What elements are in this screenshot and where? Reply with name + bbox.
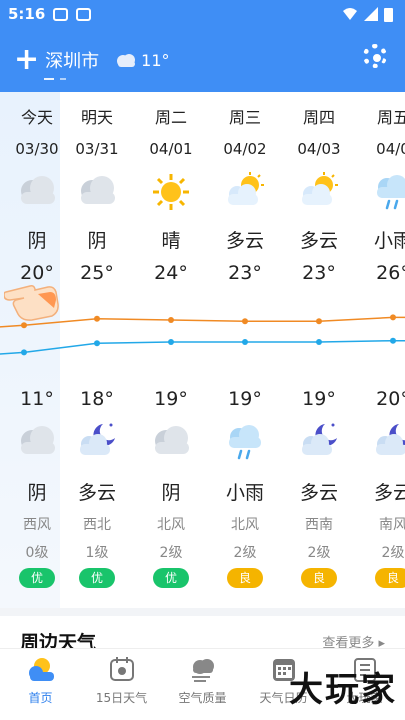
nav-label: 空气质量: [178, 691, 227, 705]
status-time: 5:16: [8, 5, 46, 23]
add-city-button[interactable]: +: [14, 45, 39, 75]
status-bar: 5:16: [0, 0, 405, 28]
calendar-15-icon: [107, 655, 137, 683]
wifi-icon: [343, 8, 357, 20]
battery-icon: [384, 7, 393, 22]
high-temp-point: [390, 314, 396, 321]
home-weather-icon: [26, 655, 56, 683]
nav-item[interactable]: 15日天气: [81, 649, 162, 720]
signal-icon: [364, 7, 378, 21]
cloudy-icon: [117, 54, 136, 67]
low-temp-point: [94, 340, 100, 347]
nav-item[interactable]: 空气质量: [162, 649, 243, 720]
current-temp: 11°: [141, 50, 170, 70]
low-temp-point: [168, 339, 174, 345]
high-temp-point: [316, 318, 322, 325]
low-temp-point: [242, 339, 248, 345]
city-name[interactable]: 深圳市: [45, 47, 99, 73]
high-temp-point: [242, 318, 248, 325]
page-indicator: [44, 78, 66, 80]
swipe-hand-icon: [4, 285, 59, 321]
high-temp-point: [21, 322, 27, 329]
nav-item[interactable]: 首页: [0, 649, 81, 720]
top-header-area: 5:16 + 深圳市 11°: [0, 0, 405, 92]
status-right: [342, 7, 393, 22]
low-temp-point: [390, 337, 396, 344]
low-temp-point: [21, 349, 27, 356]
nav-label: 15日天气: [95, 691, 148, 705]
watermark: 大玩家: [289, 670, 397, 710]
city-header: + 深圳市 11°: [0, 28, 405, 92]
high-temp-point: [94, 315, 100, 322]
high-temp-point: [168, 317, 174, 323]
temperature-chart: [0, 314, 405, 356]
gallery-icon: [53, 7, 69, 21]
gear-icon[interactable]: [363, 44, 387, 68]
nav-label: 首页: [28, 691, 53, 705]
notification-a-icon: [76, 7, 92, 21]
air-quality-icon: [188, 655, 218, 683]
low-temp-line: [0, 339, 405, 355]
low-temp-point: [316, 339, 322, 345]
forecast-panel[interactable]: 今天 03/30 阴 20° 11° 阴西风 0级优明天 03/31 阴 25° 18° 多云 西北 1级…: [0, 92, 405, 608]
